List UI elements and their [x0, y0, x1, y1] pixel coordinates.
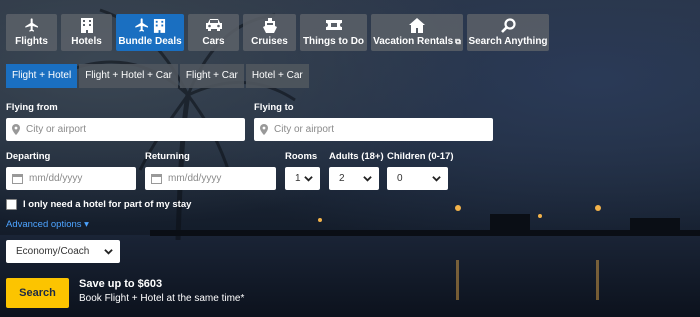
flying-to-label: Flying to: [254, 102, 294, 113]
tab-label: Vacation Rentals ⧉: [373, 36, 461, 47]
tab-label: Flights: [15, 36, 48, 47]
tab-label: Cars: [202, 36, 225, 47]
subtab-hotel-car[interactable]: Hotel + Car: [245, 64, 309, 88]
car-icon: [205, 16, 223, 34]
partial-hotel-label: I only need a hotel for part of my stay: [23, 199, 192, 210]
subtab-flight-hotel[interactable]: Flight + Hotel: [6, 64, 78, 88]
children-value: 0: [397, 173, 403, 184]
departing-placeholder: mm/dd/yyyy: [29, 173, 83, 184]
tab-hotels[interactable]: Hotels: [61, 14, 112, 51]
calendar-icon: [151, 174, 162, 184]
ship-icon: [262, 16, 277, 34]
magnifier-icon: [500, 16, 516, 34]
cabin-class-value: Economy/Coach: [16, 246, 90, 257]
advanced-options-link[interactable]: Advanced options ▾: [6, 219, 89, 230]
subtab-flight-car[interactable]: Flight + Car: [179, 64, 244, 88]
house-icon: [409, 16, 425, 34]
adults-select[interactable]: 2: [329, 167, 379, 190]
cabin-class-select[interactable]: Economy/Coach: [6, 240, 120, 263]
chevron-down-icon: [104, 249, 113, 255]
partial-hotel-checkbox[interactable]: [6, 199, 17, 210]
flying-from-field[interactable]: City or airport: [6, 118, 245, 141]
tab-label: Cruises: [251, 36, 288, 47]
building-icon: [80, 16, 94, 34]
flying-from-label: Flying from: [6, 102, 58, 113]
tab-vacation-rentals[interactable]: Vacation Rentals ⧉: [371, 14, 463, 51]
children-label: Children (0-17): [387, 151, 454, 162]
tab-things-to-do[interactable]: Things to Do: [300, 14, 367, 51]
returning-label: Returning: [145, 151, 190, 162]
adults-label: Adults (18+): [329, 151, 384, 162]
rooms-select[interactable]: 1: [285, 167, 320, 190]
promo-subtitle: Book Flight + Hotel at the same time*: [79, 293, 245, 304]
adults-value: 2: [339, 173, 345, 184]
rooms-value: 1: [295, 173, 301, 184]
partial-hotel-option: I only need a hotel for part of my stay: [6, 199, 191, 210]
chevron-down-icon: [304, 176, 313, 182]
tab-flights[interactable]: Flights: [6, 14, 57, 51]
search-button[interactable]: Search: [6, 278, 69, 308]
chevron-down-icon: [432, 176, 441, 182]
tab-label: Search Anything: [468, 36, 548, 47]
location-pin-icon: [12, 124, 20, 135]
bundle-type-tabs: Flight + Hotel Flight + Hotel + Car Flig…: [6, 64, 309, 88]
tab-label: Bundle Deals: [118, 36, 182, 47]
airplane-building-icon: [134, 16, 166, 34]
children-select[interactable]: 0: [387, 167, 448, 190]
tab-label: Things to Do: [302, 36, 365, 47]
returning-placeholder: mm/dd/yyyy: [168, 173, 222, 184]
location-pin-icon: [260, 124, 268, 135]
tab-bundle-deals[interactable]: Bundle Deals: [116, 14, 184, 51]
departing-date-field[interactable]: mm/dd/yyyy: [6, 167, 136, 190]
ticket-icon: [325, 16, 342, 34]
departing-label: Departing: [6, 151, 51, 162]
returning-date-field[interactable]: mm/dd/yyyy: [145, 167, 276, 190]
airplane-icon: [24, 16, 40, 34]
chevron-down-icon: [363, 176, 372, 182]
calendar-icon: [12, 174, 23, 184]
rooms-label: Rooms: [285, 151, 318, 162]
tab-search-anything[interactable]: Search Anything: [467, 14, 549, 51]
flying-to-field[interactable]: City or airport: [254, 118, 493, 141]
external-link-icon: ⧉: [455, 37, 461, 46]
subtab-flight-hotel-car[interactable]: Flight + Hotel + Car: [79, 64, 178, 88]
flying-to-placeholder: City or airport: [274, 124, 335, 135]
tab-cruises[interactable]: Cruises: [243, 14, 296, 51]
flying-from-placeholder: City or airport: [26, 124, 87, 135]
tab-cars[interactable]: Cars: [188, 14, 239, 51]
tab-label: Hotels: [71, 36, 102, 47]
product-tabs: Flights Hotels Bundle Deals Cars Cruises…: [6, 14, 549, 51]
promo-title: Save up to $603: [79, 278, 163, 290]
